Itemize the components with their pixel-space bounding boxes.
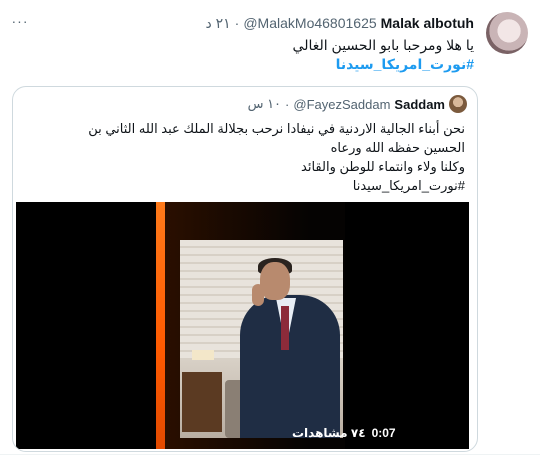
hashtag-link[interactable]: #نورت_امريكا_سيدنا [74,55,474,74]
quoted-user-handle: @FayezSaddam [293,96,391,112]
timestamp[interactable]: ٢١ د [206,15,231,32]
video-duration: 0:07 [371,426,396,440]
quoted-tweet-text: نحن أبناء الجالية الاردنية في نيفادا نرح… [35,119,465,195]
quoted-timestamp: ١٠ س [247,96,282,111]
display-name[interactable]: Malak albotuh [381,15,474,31]
side-table [182,372,222,432]
quoted-tweet-header: Saddam @FayezSaddam · ١٠ س [248,95,467,113]
quoted-display-name: Saddam [394,96,445,112]
quoted-tweet[interactable]: Saddam @FayezSaddam · ١٠ س نحن أبناء الج… [12,86,478,452]
person-tie [281,306,289,350]
quoted-text-line: وكلنا ولاء وانتماء للوطن والقائد [301,159,465,174]
quoted-text-line: نحن أبناء الجالية الاردنية في نيفادا نرح… [88,121,465,136]
video-meta: ٧٤ مشاهدات 0:07 [292,426,396,440]
separator-dot: · [285,96,290,112]
quoted-hashtag: #نورت_امريكا_سيدنا [352,178,465,193]
tweet-body: يا هلا ومرحبا بابو الحسين الغالي [292,37,474,53]
separator-dot: · [234,15,240,31]
tweet-header: Malak albotuh @MalakMo46801625 · ٢١ د [206,13,475,33]
lamp [192,350,214,360]
quoted-avatar [449,95,467,113]
user-handle[interactable]: @MalakMo46801625 [243,15,376,31]
video-player[interactable]: ٧٤ مشاهدات 0:07 [16,202,469,449]
tweet-text: يا هلا ومرحبا بابو الحسين الغالي #نورت_ا… [74,36,474,74]
tweet[interactable]: ··· Malak albotuh @MalakMo46801625 · ٢١ … [0,0,540,455]
video-frame [180,240,343,438]
person-head [260,262,290,300]
more-options-icon[interactable]: ··· [8,10,32,32]
person-hand-phone [252,284,264,306]
view-count: ٧٤ مشاهدات [292,426,366,440]
video-orange-bar [156,202,165,449]
avatar[interactable] [486,12,528,54]
quoted-text-line: الحسين حفظه الله ورعاه [330,140,465,155]
